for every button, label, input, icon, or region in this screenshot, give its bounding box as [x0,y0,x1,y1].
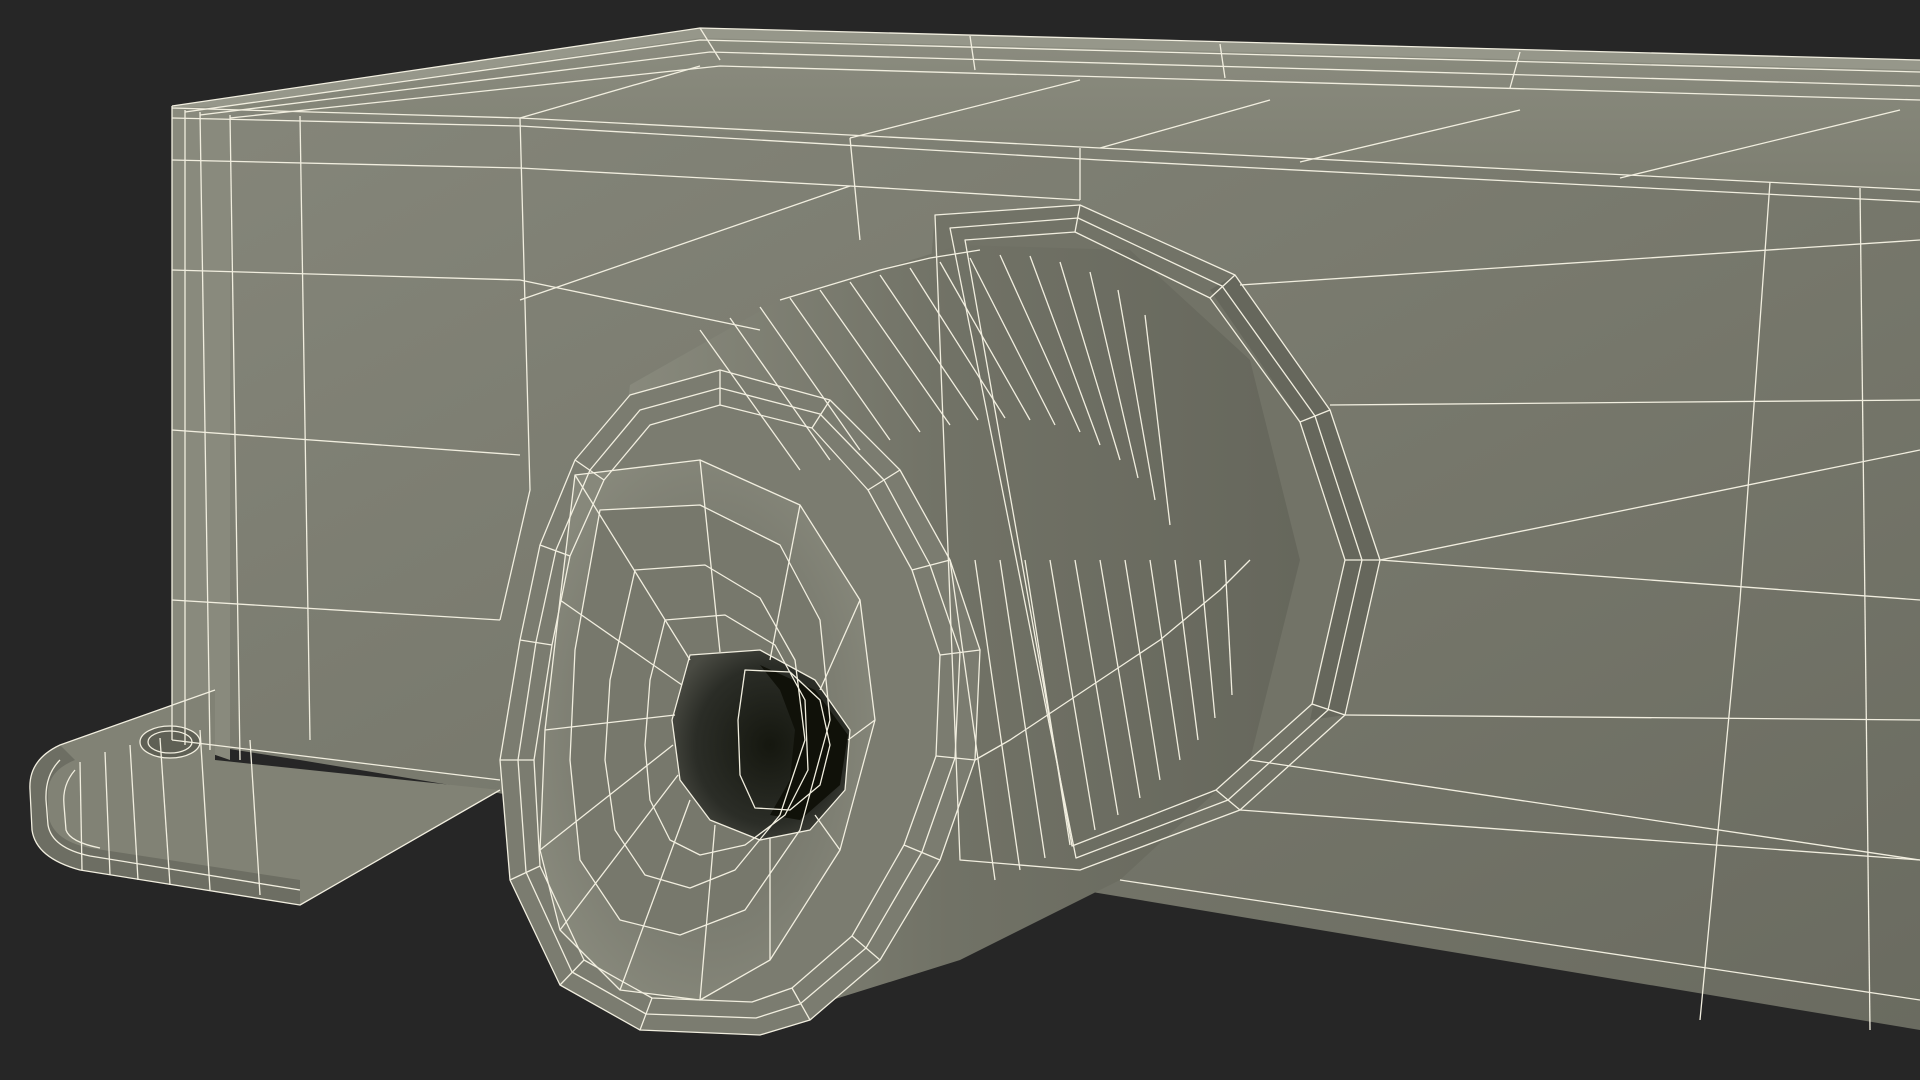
wireframe-render [29,27,1920,1036]
render-viewport [0,0,1920,1080]
